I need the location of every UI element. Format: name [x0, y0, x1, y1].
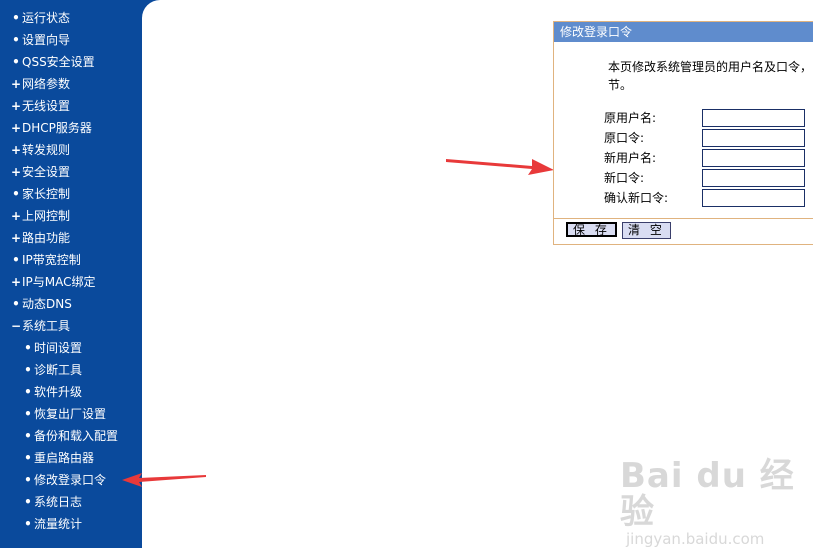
sidebar-item-label: 家长控制	[22, 187, 71, 201]
new-password-input[interactable]	[702, 169, 805, 187]
new-username-label: 新用户名:	[604, 151, 657, 165]
sidebar-item-parental-control[interactable]: • 家长控制	[0, 183, 70, 205]
bullet-icon: •	[24, 363, 32, 377]
sidebar-item-label: 诊断工具	[34, 363, 83, 377]
sidebar-item-bandwidth[interactable]: • IP带宽控制	[0, 249, 81, 271]
sidebar-item-wireless[interactable]: +无线设置	[0, 95, 70, 117]
sidebar-item-setup-wizard[interactable]: • 设置向导	[0, 29, 70, 51]
panel-footer: 保 存 清 空	[554, 218, 813, 245]
sidebar-item-label: 动态DNS	[22, 297, 72, 311]
old-username-input[interactable]	[702, 109, 805, 127]
sidebar-item-label: 备份和载入配置	[34, 429, 119, 443]
sidebar-item-access-control[interactable]: +上网控制	[0, 205, 70, 227]
sidebar-corner	[142, 0, 178, 36]
sidebar-item-label: 设置向导	[22, 33, 71, 47]
sidebar-subitem-factory-reset[interactable]: • 恢复出厂设置	[0, 403, 106, 425]
bullet-icon: •	[12, 11, 20, 25]
new-password-label: 新口令:	[604, 171, 645, 185]
sidebar-item-label: IP与MAC绑定	[22, 275, 96, 289]
watermark: Bai du 经验 jingyan.baidu.com	[620, 458, 813, 548]
sidebar-item-ddns[interactable]: • 动态DNS	[0, 293, 72, 315]
panel-title: 修改登录口令	[554, 22, 813, 42]
sidebar-item-label: 安全设置	[22, 165, 71, 179]
sidebar-item-label: 无线设置	[22, 99, 71, 113]
sidebar-subitem-traffic-stats[interactable]: • 流量统计	[0, 513, 82, 535]
bullet-icon: •	[12, 55, 20, 69]
sidebar-item-label: QSS安全设置	[22, 55, 95, 69]
sidebar-subitem-time[interactable]: • 时间设置	[0, 337, 82, 359]
confirm-password-label: 确认新口令:	[604, 191, 669, 205]
sidebar-item-ip-mac-binding[interactable]: +IP与MAC绑定	[0, 271, 96, 293]
sidebar-item-label: 系统工具	[22, 319, 71, 333]
change-password-panel: 修改登录口令 本页修改系统管理员的用户名及口令，节。 原用户名: 原口令: 新用…	[553, 21, 813, 245]
red-arrow-icon	[122, 473, 206, 487]
sidebar-item-label: 修改登录口令	[34, 473, 107, 487]
bullet-icon: •	[12, 297, 20, 311]
sidebar-item-label: 转发规则	[22, 143, 71, 157]
red-arrow-icon	[446, 159, 554, 175]
old-password-input[interactable]	[702, 129, 805, 147]
sidebar-item-dhcp[interactable]: +DHCP服务器	[0, 117, 92, 139]
sidebar-item-system-tools[interactable]: −系统工具	[0, 315, 70, 337]
expand-icon: +	[10, 275, 22, 289]
sidebar-item-network[interactable]: +网络参数	[0, 73, 70, 95]
sidebar-subitem-change-password[interactable]: • 修改登录口令	[0, 469, 106, 491]
sidebar-subitem-reboot[interactable]: • 重启路由器	[0, 447, 94, 469]
bullet-icon: •	[24, 451, 32, 465]
save-button[interactable]: 保 存	[566, 222, 617, 237]
new-username-input[interactable]	[702, 149, 805, 167]
expand-icon: +	[10, 77, 22, 91]
bullet-icon: •	[24, 407, 32, 421]
sidebar-item-running-status[interactable]: • 运行状态	[0, 7, 70, 29]
expand-icon: +	[10, 209, 22, 223]
sidebar-subitem-firmware[interactable]: • 软件升级	[0, 381, 82, 403]
sidebar-item-label: DHCP服务器	[22, 121, 92, 135]
bullet-icon: •	[12, 187, 20, 201]
bullet-icon: •	[24, 495, 32, 509]
sidebar-item-label: 软件升级	[34, 385, 83, 399]
sidebar-item-label: 网络参数	[22, 77, 71, 91]
expand-icon: +	[10, 99, 22, 113]
sidebar-item-forwarding[interactable]: +转发规则	[0, 139, 70, 161]
expand-icon: +	[10, 143, 22, 157]
expand-icon: +	[10, 165, 22, 179]
bullet-icon: •	[24, 385, 32, 399]
bullet-icon: •	[24, 429, 32, 443]
sidebar-item-label: 上网控制	[22, 209, 71, 223]
sidebar-item-label: 重启路由器	[34, 451, 95, 465]
sidebar-subitem-backup[interactable]: • 备份和载入配置	[0, 425, 118, 447]
old-username-label: 原用户名:	[604, 111, 657, 125]
sidebar-item-label: 流量统计	[34, 517, 83, 531]
expand-icon: +	[10, 121, 22, 135]
bullet-icon: •	[12, 33, 20, 47]
sidebar-item-label: 恢复出厂设置	[34, 407, 107, 421]
bullet-icon: •	[24, 517, 32, 531]
clear-button[interactable]: 清 空	[622, 222, 671, 239]
bullet-icon: •	[24, 341, 32, 355]
watermark-url: jingyan.baidu.com	[626, 530, 765, 548]
sidebar-item-label: 运行状态	[22, 11, 71, 25]
expand-icon: +	[10, 231, 22, 245]
collapse-icon: −	[10, 319, 22, 333]
sidebar-item-routing[interactable]: +路由功能	[0, 227, 70, 249]
sidebar-item-label: IP带宽控制	[22, 253, 81, 267]
bullet-icon: •	[24, 473, 32, 487]
sidebar-item-label: 时间设置	[34, 341, 83, 355]
sidebar-item-qss[interactable]: • QSS安全设置	[0, 51, 95, 73]
panel-description: 本页修改系统管理员的用户名及口令，节。	[608, 60, 813, 92]
sidebar-item-label: 系统日志	[34, 495, 83, 509]
confirm-password-input[interactable]	[702, 189, 805, 207]
bullet-icon: •	[12, 253, 20, 267]
sidebar-subitem-system-log[interactable]: • 系统日志	[0, 491, 82, 513]
watermark-logo: Bai du 经验	[620, 456, 795, 532]
sidebar-item-label: 路由功能	[22, 231, 71, 245]
old-password-label: 原口令:	[604, 131, 645, 145]
sidebar-subitem-diagnostics[interactable]: • 诊断工具	[0, 359, 82, 381]
sidebar-item-security[interactable]: +安全设置	[0, 161, 70, 183]
